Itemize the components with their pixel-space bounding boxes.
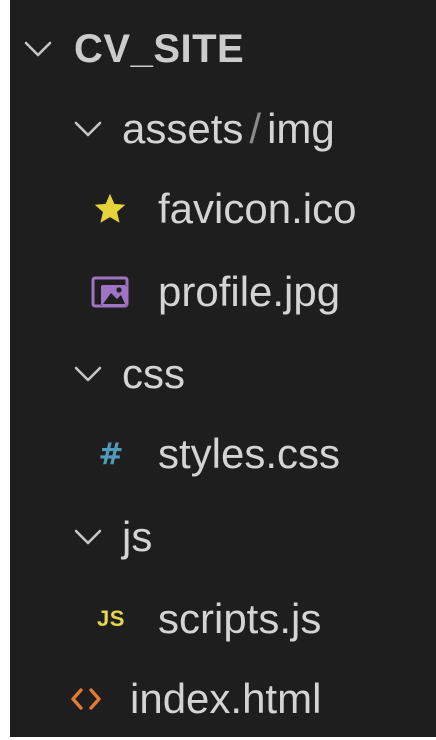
file-label-scripts: scripts.js — [158, 595, 322, 642]
tree-file-styles[interactable]: # styles.css — [10, 413, 436, 495]
tree-folder-assets-img[interactable]: assets / img — [10, 88, 436, 170]
tree-file-scripts[interactable]: JS scripts.js — [10, 578, 436, 660]
hash-icon: # — [98, 436, 124, 472]
tree-folder-css[interactable]: css — [10, 333, 436, 415]
image-icon — [90, 275, 130, 309]
folder-label-js: js — [122, 513, 153, 560]
chevron-down-icon[interactable] — [66, 120, 110, 138]
tree-folder-js[interactable]: js — [10, 496, 436, 578]
folder-label-assets: assets / img — [122, 105, 335, 153]
chevron-down-icon[interactable] — [66, 528, 110, 546]
folder-name-img: img — [267, 105, 335, 152]
html-icon — [66, 685, 106, 713]
file-label-styles: styles.css — [158, 430, 341, 477]
file-label-index: index.html — [130, 675, 322, 722]
chevron-down-icon[interactable] — [66, 365, 110, 383]
file-label-profile: profile.jpg — [158, 268, 341, 315]
chevron-down-icon[interactable] — [16, 40, 60, 58]
star-icon — [90, 191, 130, 227]
folder-label-css: css — [122, 350, 185, 397]
tree-file-favicon[interactable]: favicon.ico — [10, 168, 436, 250]
tree-file-profile[interactable]: profile.jpg — [10, 251, 436, 333]
js-icon: JS — [97, 606, 125, 631]
tree-root-cv-site[interactable]: CV_SITE — [10, 8, 436, 90]
root-folder-label: CV_SITE — [74, 26, 245, 71]
file-label-favicon: favicon.ico — [158, 185, 357, 232]
file-explorer: CV_SITE assets / img favicon.ico profile.j… — [10, 0, 436, 737]
tree-file-index[interactable]: index.html — [10, 658, 436, 740]
folder-name-assets: assets — [122, 105, 244, 152]
path-separator: / — [249, 105, 262, 152]
